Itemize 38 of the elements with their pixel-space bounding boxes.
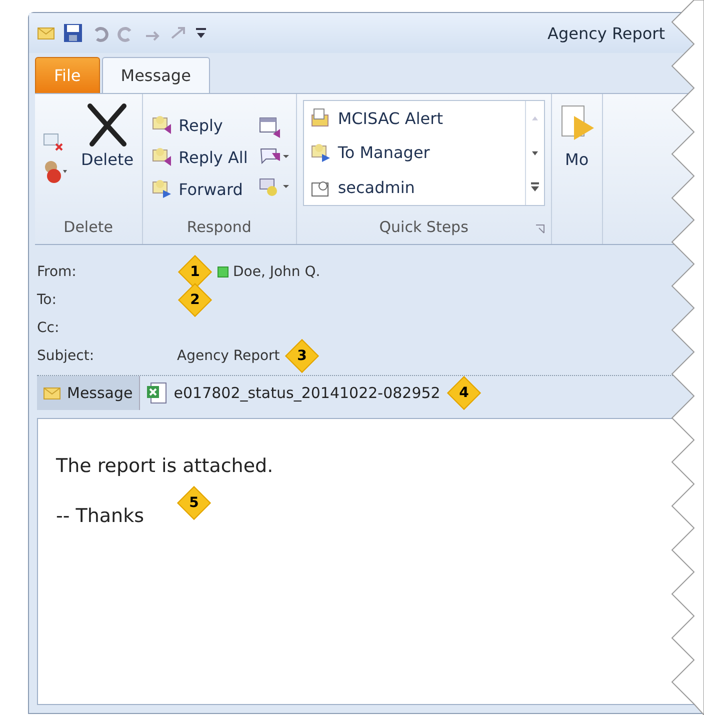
quick-step-item[interactable]: MCISAC Alert xyxy=(308,105,521,132)
envelope-icon xyxy=(43,386,61,400)
group-label: Delete xyxy=(64,218,113,236)
message-text: The report is attached. xyxy=(56,455,274,477)
field-label: Cc: xyxy=(37,320,60,336)
attachment[interactable]: e017802_status_20141022-082952 xyxy=(140,376,446,410)
forward-icon xyxy=(310,142,332,164)
envelope-icon[interactable] xyxy=(37,26,55,40)
ribbon-tab[interactable]: Message xyxy=(102,57,210,93)
callout-marker: 5 xyxy=(177,486,211,520)
callout-marker: 3 xyxy=(284,339,319,373)
callout-marker: 4 xyxy=(447,376,482,410)
group-label: Quick Steps xyxy=(379,218,468,236)
group-label: Respond xyxy=(186,218,252,236)
forward-icon xyxy=(150,178,173,200)
field-label: Subject: xyxy=(37,348,96,364)
spreadsheet-icon xyxy=(146,381,168,405)
message-text: -- Thanks xyxy=(56,505,145,527)
save-icon[interactable] xyxy=(63,23,83,43)
quick-step-item[interactable]: secadmin xyxy=(308,174,521,201)
move-button[interactable]: Mo xyxy=(558,100,596,244)
message-tab[interactable]: Message xyxy=(37,376,140,410)
delete-button[interactable]: Delete xyxy=(79,100,136,214)
respond-button[interactable]: Forward xyxy=(148,176,250,202)
field-value: Agency Report xyxy=(177,348,280,364)
field-label: To: xyxy=(37,292,58,308)
meeting-icon[interactable] xyxy=(258,115,282,139)
quick-steps-gallery[interactable]: MCISAC Alert To Manager secadmin xyxy=(302,100,545,206)
respond-button[interactable]: Reply All xyxy=(148,144,250,170)
field-label: From: xyxy=(37,264,78,280)
callout-marker: 2 xyxy=(178,283,212,317)
reply-icon xyxy=(150,114,173,136)
quick-step-item[interactable]: To Manager xyxy=(308,140,521,166)
dialog-launcher-icon[interactable] xyxy=(534,224,545,234)
respond-button[interactable]: Reply xyxy=(148,112,250,138)
window-title: Agency Report xyxy=(548,24,665,42)
field-value: Doe, John Q. xyxy=(233,264,320,280)
reply-icon xyxy=(150,146,173,168)
